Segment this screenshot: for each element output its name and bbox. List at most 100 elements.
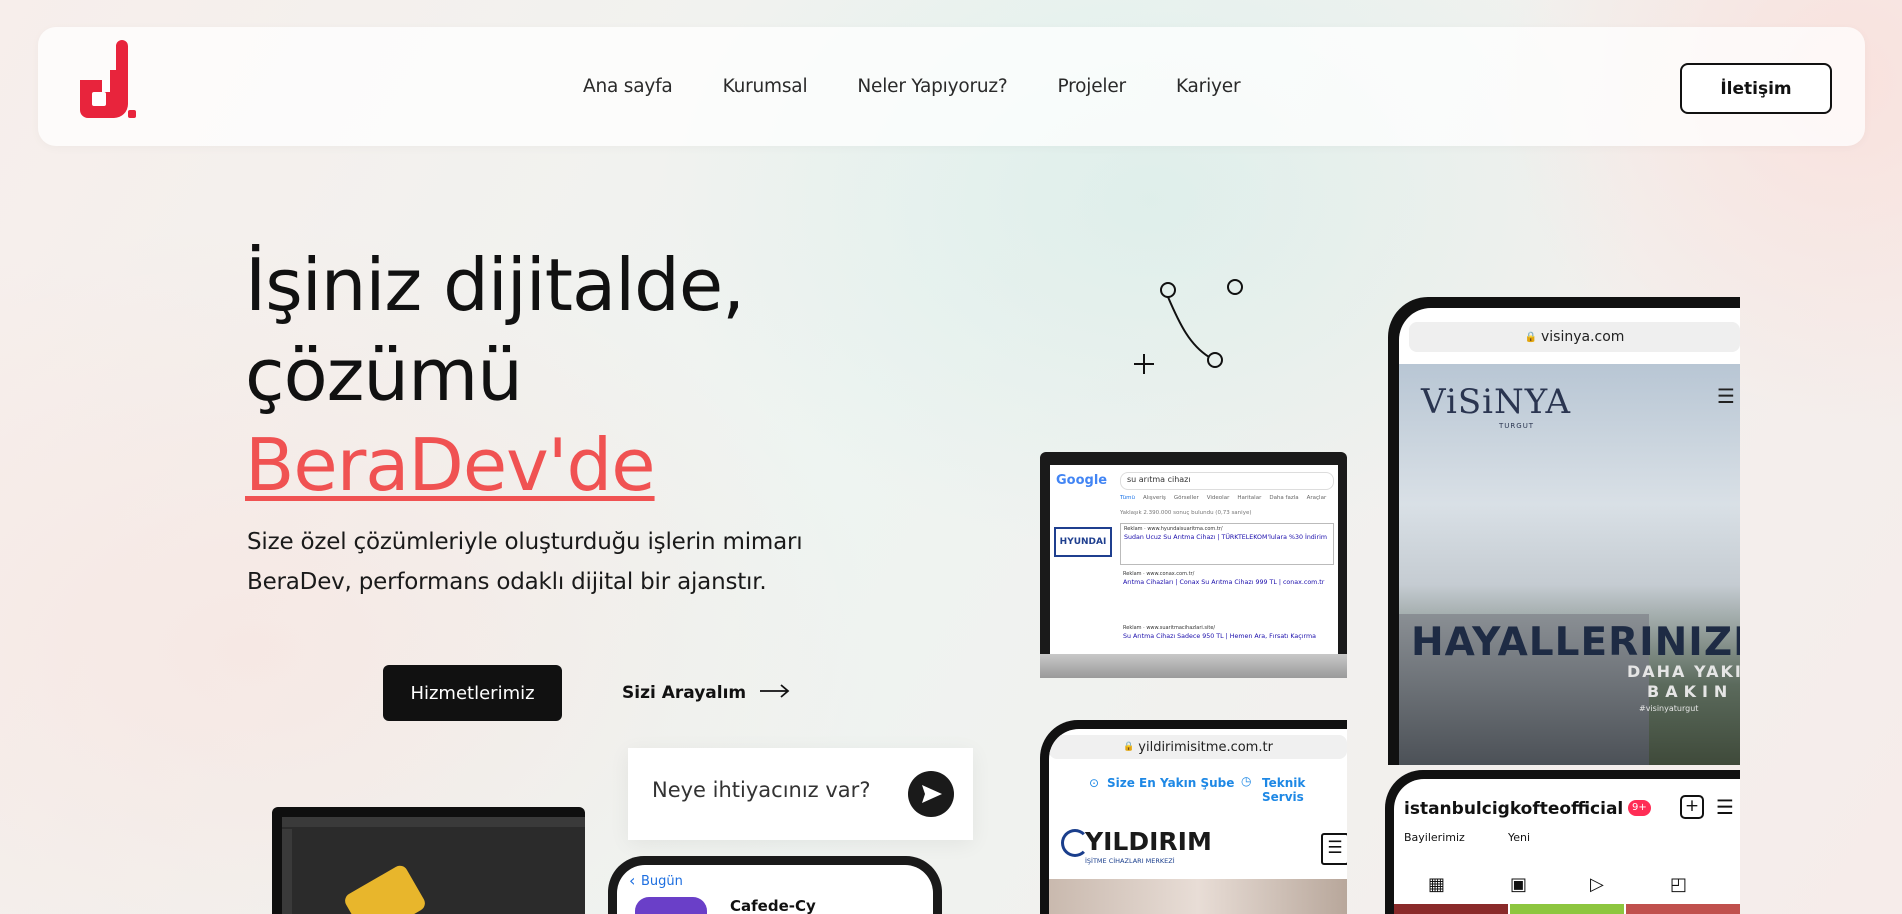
google-query: su arıtma cihazı (1127, 475, 1191, 484)
grid-thumb[interactable] (1510, 904, 1624, 914)
laptop-design-mockup (272, 807, 585, 914)
google-tab: Tümü (1120, 495, 1135, 501)
grid-thumb[interactable] (1626, 904, 1740, 914)
call-me-label: Sizi Arayalım (622, 683, 747, 703)
app-icon (635, 897, 707, 914)
nav-careers[interactable]: Kariyer (1176, 76, 1241, 97)
yildirim-branch-link[interactable]: Size En Yakın Şube (1107, 776, 1234, 790)
send-button[interactable] (908, 771, 954, 817)
hamburger-menu-icon[interactable]: ☰ (1717, 384, 1735, 408)
lock-icon: 🔒 (1123, 742, 1135, 752)
yildirim-hero-image (1049, 879, 1347, 914)
ad-url: Reklam · www.suaritmacihazlari.site/ (1123, 625, 1216, 631)
yildirim-url: yildirimisitme.com.tr (1138, 739, 1273, 755)
nav-projects[interactable]: Projeler (1058, 76, 1127, 97)
cafe-app-screen: ‹ Bugün Cafede-Cy (617, 865, 933, 914)
visinya-brand: ViSiNYA (1421, 382, 1572, 422)
laptop-google-mockup: Google su arıtma cihazı Tümü Alışveriş G… (1040, 452, 1347, 678)
services-button[interactable]: Hizmetlerimiz (383, 665, 562, 721)
google-tab: Görseller (1173, 495, 1199, 501)
ad-title: Sudan Ucuz Su Arıtma Cihazı | TÜRKTELEKO… (1124, 534, 1328, 541)
google-tab: Videolar (1206, 495, 1230, 501)
hamburger-menu-icon[interactable]: ☰ (1716, 795, 1734, 819)
tagged-icon[interactable]: ◰ (1670, 874, 1687, 895)
hyundai-logo: HYUNDAI (1059, 537, 1107, 547)
main-nav: Ana sayfa Kurumsal Neler Yapıyoruz? Proj… (583, 27, 1241, 146)
ad-url: Reklam · www.hyundaisuaritma.com.tr/ (1124, 526, 1223, 532)
phone-instagram-mockup: istanbulcigkofteofficial 9+ + ☰ Bayileri… (1385, 770, 1740, 914)
lock-icon: 🔒 (1524, 331, 1537, 343)
ad-title: Su Arıtma Cihazı Sadece 950 TL | Hemen A… (1123, 633, 1316, 640)
ad-url: Reklam · www.conax.com.tr/ (1123, 571, 1195, 577)
arrow-right-icon (760, 683, 790, 703)
nav-corporate[interactable]: Kurumsal (723, 76, 808, 97)
grid-thumb[interactable] (1394, 904, 1508, 914)
play-icon[interactable]: ▷ (1590, 874, 1604, 895)
visinya-sub2: BAKIN (1647, 682, 1734, 701)
navbar: Ana sayfa Kurumsal Neler Yapıyoruz? Proj… (38, 27, 1865, 146)
instagram-highlight-1[interactable]: Bayilerimiz (1404, 831, 1465, 844)
hero-description: Size özel çözümleriyle oluşturduğu işler… (247, 529, 803, 595)
google-tabs: Tümü Alışveriş Görseller Videolar Harita… (1120, 495, 1326, 501)
instagram-username: istanbulcigkofteofficial (1404, 799, 1624, 819)
hamburger-menu-icon[interactable]: ☰ (1321, 833, 1347, 865)
app-title: Cafede-Cy (730, 897, 816, 914)
google-ad-result: Reklam · www.hyundaisuaritma.com.tr/ Sud… (1120, 523, 1334, 565)
chat-input-box[interactable]: Neye ihtiyacınız var? (628, 748, 973, 840)
visinya-brand-sub: TURGUT (1499, 422, 1535, 430)
visinya-screen: 🔒 visinya.com ViSiNYA TURGUT ☰ HAYALLERI… (1399, 308, 1740, 765)
call-me-button[interactable]: Sizi Arayalım (622, 680, 790, 706)
hero-title-line2: çözümü (245, 333, 523, 417)
hero-title-line1: İşiniz dijitalde, (245, 243, 745, 327)
nav-home[interactable]: Ana sayfa (583, 76, 673, 97)
laptop-base (1040, 654, 1347, 678)
visinya-hero-image: ViSiNYA TURGUT ☰ HAYALLERINIZE DAHA YAKI… (1399, 364, 1740, 765)
yildirim-brand: YILDIRIM (1085, 827, 1212, 856)
google-ad-result: Reklam · www.suaritmacihazlari.site/ Su … (1120, 625, 1332, 653)
google-tab: Haritalar (1237, 495, 1262, 501)
hero-title-accent: BeraDev'de (245, 423, 656, 507)
tools-panel (282, 829, 292, 914)
location-pin-icon: ⊙ (1089, 776, 1100, 790)
phone-visinya-mockup: 🔒 visinya.com ViSiNYA TURGUT ☰ HAYALLERI… (1388, 297, 1740, 765)
add-post-icon[interactable]: + (1680, 795, 1704, 819)
visinya-url: visinya.com (1541, 329, 1625, 345)
chat-input-placeholder[interactable]: Neye ihtiyacınız var? (652, 778, 870, 802)
chevron-left-icon[interactable]: ‹ (629, 871, 635, 890)
google-tab: Alışveriş (1142, 495, 1166, 501)
nav-what-we-do[interactable]: Neler Yapıyoruz? (857, 76, 1007, 97)
google-ad-result: Reklam · www.conax.com.tr/ Arıtma Cihazl… (1120, 571, 1332, 611)
google-results-screen: Google su arıtma cihazı Tümü Alışveriş G… (1050, 465, 1338, 655)
yildirim-brand-sub: İŞİTME CİHAZLARI MERKEZİ (1085, 857, 1175, 865)
google-result-count: Yaklaşık 2.390.000 sonuç bulundu (0,73 s… (1120, 510, 1252, 516)
visinya-tag: #visinyaturgut (1639, 704, 1699, 713)
brand-logo[interactable] (72, 38, 138, 128)
phone-yildirim-mockup: 🔒 yildirimisitme.com.tr ⊙ Size En Yakın … (1040, 720, 1347, 914)
phone-app-mockup: ‹ Bugün Cafede-Cy (608, 856, 942, 914)
google-tab: Araçlar (1306, 495, 1327, 501)
google-logo: Google (1056, 473, 1108, 488)
google-tab: Daha fazla (1269, 495, 1299, 501)
reels-icon[interactable]: ▣ (1510, 874, 1527, 895)
clock-icon: ◷ (1241, 774, 1252, 788)
toolbar-strip (282, 817, 585, 827)
yildirim-screen: 🔒 yildirimisitme.com.tr ⊙ Size En Yakın … (1049, 729, 1347, 914)
visinya-sub1: DAHA YAKIN (1627, 662, 1740, 681)
yildirim-service-link[interactable]: Teknik Servis (1262, 776, 1347, 804)
hero-title: İşiniz dijitalde, çözümü BeraDev'de (245, 240, 745, 510)
ad-title: Arıtma Cihazları | Conax Su Arıtma Cihaz… (1123, 579, 1325, 586)
send-icon (908, 785, 954, 821)
visinya-url-bar: 🔒 visinya.com (1409, 322, 1740, 352)
instagram-grid-preview (1394, 904, 1740, 914)
instagram-highlight-2[interactable]: Yeni (1508, 831, 1530, 844)
canvas-artwork (342, 862, 428, 914)
hyundai-ad-box: HYUNDAI (1054, 527, 1112, 557)
grid-icon[interactable]: ▦ (1428, 874, 1445, 895)
yildirim-url-bar: 🔒 yildirimisitme.com.tr (1049, 735, 1347, 759)
decorative-doodle-icon (1125, 275, 1250, 380)
contact-button[interactable]: İletişim (1680, 63, 1832, 114)
back-label[interactable]: Bugün (641, 874, 683, 889)
google-search-box: su arıtma cihazı (1120, 472, 1334, 490)
notification-badge: 9+ (1628, 800, 1651, 816)
instagram-screen: istanbulcigkofteofficial 9+ + ☰ Bayileri… (1394, 779, 1740, 914)
